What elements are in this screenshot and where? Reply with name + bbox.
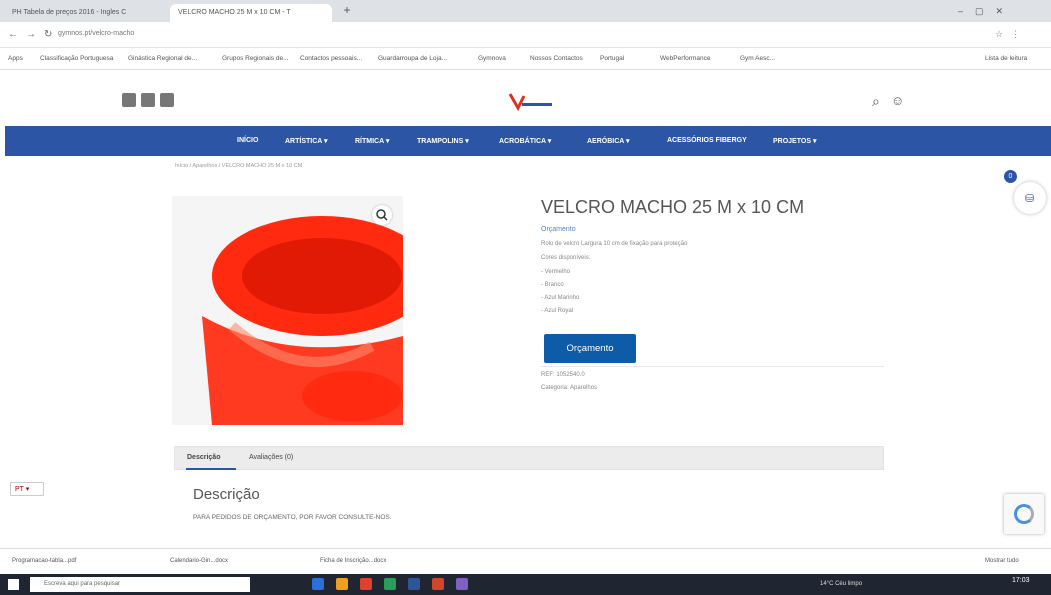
nav-item[interactable]: INÍCIO — [237, 137, 258, 144]
tab-description[interactable]: Descrição — [187, 454, 220, 461]
youtube-icon[interactable] — [160, 93, 174, 107]
color-option: - Azul Marinho — [541, 295, 580, 301]
bookmark-item[interactable]: Portugal — [600, 55, 624, 62]
browser-tab-label: VELCRO MACHO 25 M x 10 CM - T — [178, 9, 291, 16]
tab-reviews[interactable]: Avaliações (0) — [249, 454, 293, 461]
site-logo[interactable] — [504, 90, 552, 117]
nav-item[interactable]: PROJETOS ▾ — [773, 137, 816, 145]
extension-icons[interactable]: ☆⋮ — [995, 29, 1028, 40]
bookmarks-bar: Apps Classificação Portuguesa Ginástica … — [0, 48, 1051, 70]
nav-item[interactable]: ACESSÓRIOS FIBERGY — [667, 137, 747, 144]
description-title: Descrição — [193, 486, 260, 503]
bookmark-item[interactable]: Gym Aesc... — [740, 55, 775, 62]
logo-mark — [508, 93, 552, 112]
download-item[interactable]: Calendario-Gin...docx — [170, 558, 228, 564]
nav-item[interactable]: ACROBÁTICA ▾ — [499, 137, 551, 145]
edge-icon[interactable] — [312, 578, 324, 590]
color-option: - Vermelho — [541, 269, 571, 275]
nav-arrows[interactable]: ←→↻ — [8, 29, 60, 40]
downloads-bar: Programacao-tabla...pdf Calendario-Gin..… — [0, 548, 1051, 574]
breadcrumb: Início / Aparelhos / VELCRO MACHO 25 M x… — [175, 163, 303, 169]
app-icon[interactable] — [456, 578, 468, 590]
address-bar-row: ←→↻ gymnos.pt/velcro-macho ☆⋮ — [0, 22, 1051, 48]
search-icon[interactable]: ⌕ — [872, 93, 880, 110]
nav-item[interactable]: AERÓBICA ▾ — [587, 137, 630, 145]
bookmark-item[interactable]: Ginástica Regional de... — [128, 55, 197, 62]
new-tab-button[interactable]: + — [340, 4, 354, 18]
cart-count-badge: 0 — [1004, 170, 1017, 183]
zoom-icon[interactable] — [372, 205, 392, 225]
nav-item[interactable]: TRAMPOLINS ▾ — [417, 137, 469, 145]
excel-icon[interactable] — [384, 578, 396, 590]
product-ref: REF: 1052540.0 — [541, 372, 585, 378]
language-selector[interactable]: PT ▾ — [10, 482, 44, 496]
explorer-icon[interactable] — [336, 578, 348, 590]
chrome-icon[interactable] — [360, 578, 372, 590]
color-option: - Azul Royal — [541, 308, 574, 314]
clock: 17:03 — [1012, 577, 1030, 584]
description-text: PARA PEDIDOS DE ORÇAMENTO, POR FAVOR CON… — [193, 514, 392, 521]
bookmark-item[interactable]: Grupos Regionais de... — [222, 55, 288, 62]
download-item[interactable]: Ficha de Inscrição...docx — [320, 558, 386, 564]
browser-tab-label: PH Tabela de preços 2016 - Ingles C — [12, 9, 127, 16]
active-tab-indicator — [186, 468, 236, 470]
browser-tab-2[interactable]: VELCRO MACHO 25 M x 10 CM - T — [170, 4, 332, 22]
url-field[interactable]: gymnos.pt/velcro-macho — [58, 30, 134, 37]
download-item[interactable]: Programacao-tabla...pdf — [12, 558, 76, 564]
bookmark-item[interactable]: Nossos Contactos — [530, 55, 583, 62]
windows-taskbar: Escreva aqui para pesquisar 14°C Céu lim… — [0, 574, 1051, 595]
product-category[interactable]: Categoria: Aparelhos — [541, 385, 597, 391]
account-icon[interactable]: ☺ — [891, 93, 904, 108]
nav-item[interactable]: ARTÍSTICA ▾ — [285, 137, 328, 145]
price-label: Orçamento — [541, 226, 576, 233]
bookmark-item[interactable]: Apps — [8, 55, 23, 62]
product-title: VELCRO MACHO 25 M x 10 CM — [541, 197, 805, 217]
browser-tab-1[interactable]: PH Tabela de preços 2016 - Ingles C — [4, 4, 166, 22]
show-all-downloads[interactable]: Mostrar tudo — [985, 558, 1019, 564]
bookmark-item[interactable]: WebPerformance — [660, 55, 710, 62]
taskbar-search[interactable]: Escreva aqui para pesquisar — [30, 577, 250, 592]
divider — [541, 366, 884, 367]
word-icon[interactable] — [408, 578, 420, 590]
product-description-line: Rolo de velcro Largura 10 cm de fixação … — [541, 241, 688, 247]
windows-start-icon[interactable] — [8, 579, 19, 590]
nav-item[interactable]: RÍTMICA ▾ — [355, 137, 389, 145]
main-nav: INÍCIO ARTÍSTICA ▾ RÍTMICA ▾ TRAMPOLINS … — [5, 126, 1051, 156]
recaptcha-badge[interactable] — [1004, 494, 1044, 534]
bookmark-item[interactable]: Guardarroupa de Loja... — [378, 55, 447, 62]
color-option: - Branco — [541, 282, 564, 288]
bookmark-item[interactable]: Gymnova — [478, 55, 506, 62]
basket-icon: ⛁ — [1025, 193, 1035, 205]
quote-button[interactable]: Orçamento — [544, 334, 636, 363]
browser-tab-strip: PH Tabela de preços 2016 - Ingles C VELC… — [0, 0, 1051, 22]
bookmark-item[interactable]: Classificação Portuguesa — [40, 55, 113, 62]
colors-label: Cores disponíveis: — [541, 255, 591, 261]
facebook-icon[interactable] — [122, 93, 136, 107]
weather-text: 14°C Céu limpo — [820, 581, 863, 587]
recaptcha-icon — [1014, 504, 1034, 524]
powerpoint-icon[interactable] — [432, 578, 444, 590]
product-tabs: Descrição Avaliações (0) — [174, 446, 884, 470]
velcro-roll-image — [202, 216, 403, 425]
bookmark-item[interactable]: Lista de leitura — [985, 55, 1027, 62]
instagram-icon[interactable] — [141, 93, 155, 107]
bookmark-item[interactable]: Contactos pessoais... — [300, 55, 362, 62]
cart-button[interactable]: ⛁ — [1014, 182, 1046, 214]
window-controls[interactable]: –▢✕ — [958, 6, 1015, 17]
product-image[interactable] — [172, 196, 403, 425]
